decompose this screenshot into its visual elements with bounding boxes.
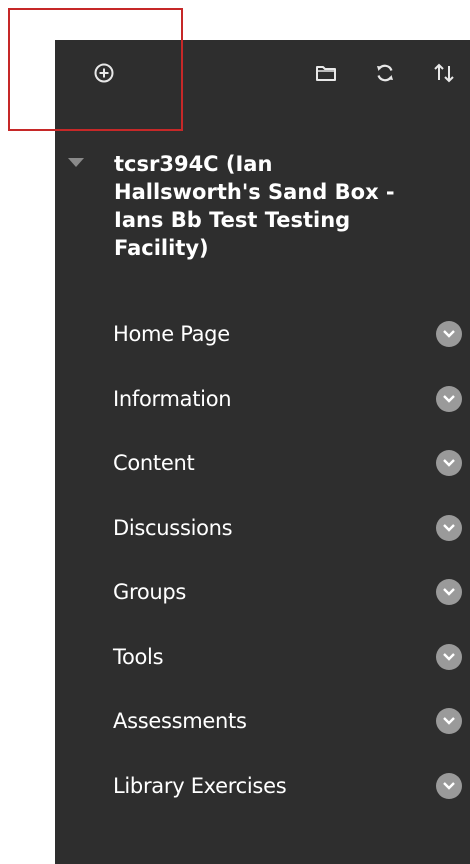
menu-item-assessments[interactable]: Assessments <box>55 689 470 754</box>
refresh-icon[interactable] <box>373 61 397 85</box>
menu-item-label[interactable]: Content <box>113 451 195 475</box>
add-circle-icon[interactable] <box>93 62 115 84</box>
menu-item-home-page[interactable]: Home Page <box>55 302 470 367</box>
collapse-triangle-icon[interactable] <box>68 158 84 167</box>
menu-item-groups[interactable]: Groups <box>55 560 470 625</box>
menu-item-label[interactable]: Home Page <box>113 322 230 346</box>
chevron-down-icon[interactable] <box>436 385 462 412</box>
chevron-down-icon[interactable] <box>436 579 462 606</box>
folder-icon[interactable] <box>314 61 338 85</box>
course-menu-list: Home Page Information Content Discussion… <box>55 302 470 818</box>
chevron-down-icon[interactable] <box>436 772 462 799</box>
chevron-down-icon[interactable] <box>436 643 462 670</box>
chevron-down-icon[interactable] <box>436 514 462 541</box>
menu-item-discussions[interactable]: Discussions <box>55 496 470 561</box>
menu-item-library-exercises[interactable]: Library Exercises <box>55 754 470 819</box>
chevron-down-icon[interactable] <box>436 450 462 477</box>
menu-item-information[interactable]: Information <box>55 367 470 432</box>
menu-item-content[interactable]: Content <box>55 431 470 496</box>
menu-item-label[interactable]: Groups <box>113 580 186 604</box>
menu-item-label[interactable]: Tools <box>113 645 164 669</box>
course-title[interactable]: tcsr394C (Ian Hallsworth's Sand Box - Ia… <box>114 150 426 262</box>
chevron-down-icon[interactable] <box>436 708 462 735</box>
course-header: tcsr394C (Ian Hallsworth's Sand Box - Ia… <box>66 150 426 260</box>
menu-item-label[interactable]: Library Exercises <box>113 774 287 798</box>
sort-arrows-icon[interactable] <box>431 60 457 86</box>
chevron-down-icon[interactable] <box>436 321 462 348</box>
menu-item-tools[interactable]: Tools <box>55 625 470 690</box>
menu-item-label[interactable]: Information <box>113 387 232 411</box>
menu-item-label[interactable]: Discussions <box>113 516 233 540</box>
menu-item-label[interactable]: Assessments <box>113 709 247 733</box>
